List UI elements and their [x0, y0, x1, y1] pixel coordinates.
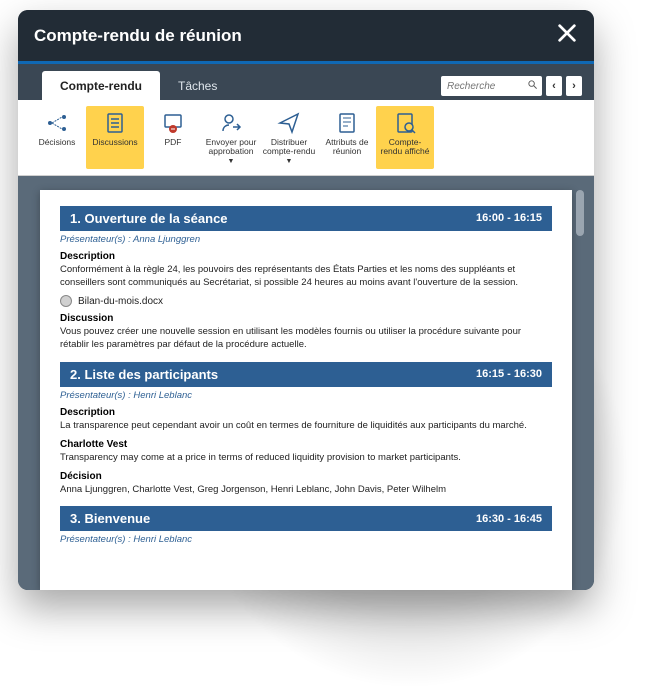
tool-displayed-report[interactable]: Compte-rendu affiché	[376, 106, 434, 169]
description-text: Conformément à la règle 24, les pouvoirs…	[60, 264, 552, 290]
tool-decisions[interactable]: Décisions	[28, 106, 86, 169]
window-title: Compte-rendu de réunion	[34, 26, 242, 46]
tool-distribute[interactable]: Distribuer compte-rendu ▼	[260, 106, 318, 169]
discussions-icon	[103, 110, 127, 136]
tab-compte-rendu[interactable]: Compte-rendu	[42, 71, 160, 101]
prev-button[interactable]: ‹	[546, 76, 562, 96]
pdf-icon	[161, 110, 185, 136]
section-1: 1. Ouverture de la séance 16:00 - 16:15 …	[60, 206, 552, 352]
tool-label: Décisions	[39, 138, 76, 147]
app-window: Compte-rendu de réunion Compte-rendu Tâc…	[18, 10, 594, 590]
decisions-icon	[45, 110, 69, 136]
tool-label: Distribuer compte-rendu	[262, 138, 316, 157]
section-time: 16:00 - 16:15	[476, 212, 542, 224]
document-area: 1. Ouverture de la séance 16:00 - 16:15 …	[18, 176, 594, 590]
attachment-name: Bilan-du-mois.docx	[78, 296, 163, 307]
decision-label: Décision	[60, 471, 552, 482]
chevron-down-icon: ▼	[286, 158, 293, 165]
tool-label: Attributs de réunion	[320, 138, 374, 157]
section-3: 3. Bienvenue 16:30 - 16:45 Présentateur(…	[60, 506, 552, 545]
send-approval-icon	[219, 110, 243, 136]
tool-label: Discussions	[92, 138, 137, 147]
tab-bar: Compte-rendu Tâches ‹ ›	[18, 64, 594, 100]
scrollbar[interactable]	[574, 190, 584, 590]
attachment-row[interactable]: Bilan-du-mois.docx	[60, 295, 552, 307]
tool-discussions[interactable]: Discussions	[86, 106, 144, 169]
discussion-label: Discussion	[60, 313, 552, 324]
search-box[interactable]	[441, 76, 542, 96]
presenter-line: Présentateur(s) : Henri Leblanc	[60, 534, 552, 545]
tool-pdf[interactable]: PDF	[144, 106, 202, 169]
section-title: 3. Bienvenue	[70, 511, 150, 526]
distribute-icon	[277, 110, 301, 136]
attributes-icon	[335, 110, 359, 136]
section-header: 3. Bienvenue 16:30 - 16:45	[60, 506, 552, 531]
next-button[interactable]: ›	[566, 76, 582, 96]
tool-attributes[interactable]: Attributs de réunion	[318, 106, 376, 169]
toolbar: Décisions Discussions PDF Envoyer pour a…	[18, 100, 594, 176]
tool-label: PDF	[165, 138, 182, 147]
chevron-down-icon: ▼	[228, 158, 235, 165]
presenter-line: Présentateur(s) : Anna Ljunggren	[60, 234, 552, 245]
attachment-icon	[60, 295, 72, 307]
sub-text: Transparency may come at a price in term…	[60, 452, 552, 465]
decision-text: Anna Ljunggren, Charlotte Vest, Greg Jor…	[60, 484, 552, 497]
section-header: 1. Ouverture de la séance 16:00 - 16:15	[60, 206, 552, 231]
tab-taches[interactable]: Tâches	[160, 71, 235, 101]
title-bar: Compte-rendu de réunion	[18, 10, 594, 61]
sub-label: Charlotte Vest	[60, 439, 552, 450]
discussion-text: Vous pouvez créer une nouvelle session e…	[60, 326, 552, 352]
document-page: 1. Ouverture de la séance 16:00 - 16:15 …	[40, 190, 572, 590]
tool-label: Envoyer pour approbation	[204, 138, 258, 157]
presenter-line: Présentateur(s) : Henri Leblanc	[60, 390, 552, 401]
search-input[interactable]	[447, 81, 527, 92]
section-time: 16:30 - 16:45	[476, 513, 542, 525]
tool-send-approval[interactable]: Envoyer pour approbation ▼	[202, 106, 260, 169]
tool-label: Compte-rendu affiché	[378, 138, 432, 157]
scroll-thumb[interactable]	[576, 190, 584, 236]
section-header: 2. Liste des participants 16:15 - 16:30	[60, 362, 552, 387]
description-label: Description	[60, 251, 552, 262]
section-title: 2. Liste des participants	[70, 367, 218, 382]
search-icon[interactable]	[527, 79, 538, 93]
section-title: 1. Ouverture de la séance	[70, 211, 228, 226]
displayed-report-icon	[393, 110, 417, 136]
description-text: La transparence peut cependant avoir un …	[60, 420, 552, 433]
description-label: Description	[60, 407, 552, 418]
section-time: 16:15 - 16:30	[476, 368, 542, 380]
close-icon[interactable]	[556, 22, 578, 49]
section-2: 2. Liste des participants 16:15 - 16:30 …	[60, 362, 552, 496]
